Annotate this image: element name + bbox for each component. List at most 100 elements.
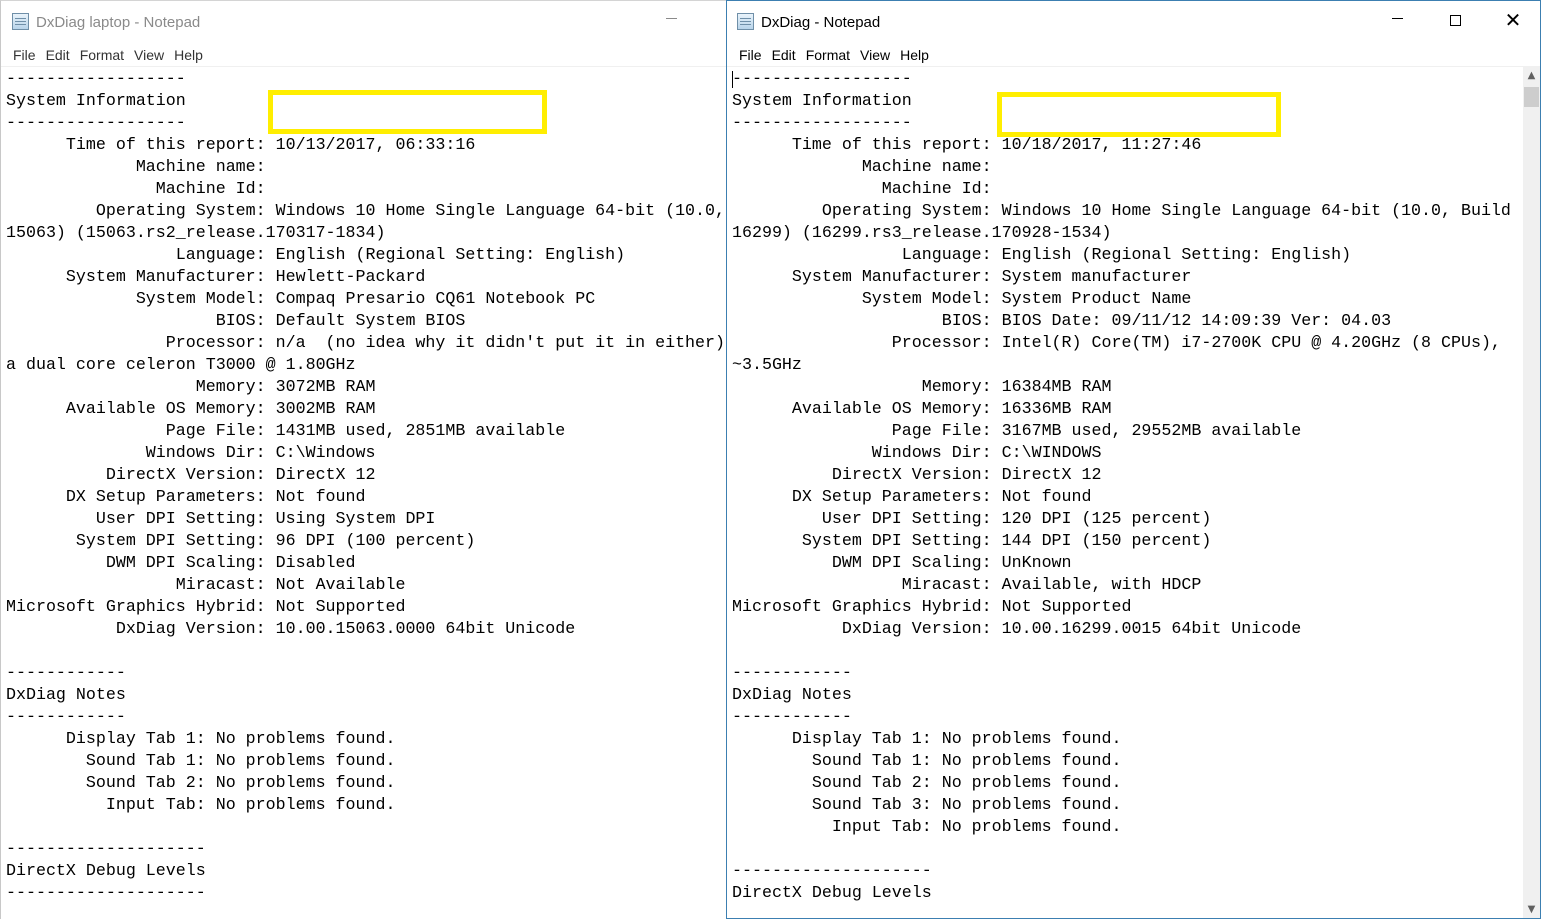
text-line: User DPI Setting: Using System DPI xyxy=(6,509,436,528)
text-line xyxy=(6,816,725,838)
text-line: a dual core celeron T3000 @ 1.80GHz xyxy=(6,355,356,374)
menu-format[interactable]: Format xyxy=(801,43,855,66)
text-line: Available OS Memory: 3002MB RAM xyxy=(6,399,376,418)
text-line: Time of this report: 10/18/2017, 11:27:4… xyxy=(732,135,1202,154)
document-text[interactable]: ------------------ System Information ----… xyxy=(6,68,725,904)
text-editor[interactable]: ------------------ System Information ----… xyxy=(1,67,727,919)
maximize-icon xyxy=(1449,15,1461,26)
text-line: ------------------ xyxy=(732,69,912,88)
text-line: Windows Dir: C:\Windows xyxy=(6,443,376,462)
text-line: Operating System: Windows 10 Home Single… xyxy=(732,201,1511,220)
menu-edit[interactable]: Edit xyxy=(767,43,801,66)
menu-view[interactable]: View xyxy=(855,43,895,66)
text-line xyxy=(732,838,1511,860)
window-title: DxDiag laptop - Notepad xyxy=(36,14,201,31)
vertical-scrollbar[interactable]: ▲ ▼ xyxy=(1523,67,1540,918)
text-line: BIOS: BIOS Date: 09/11/12 14:09:39 Ver: … xyxy=(732,311,1392,330)
text-line: 15063) (15063.rs2_release.170317-1834) xyxy=(6,223,386,242)
text-line: Display Tab 1: No problems found. xyxy=(6,729,396,748)
text-line: User DPI Setting: 120 DPI (125 percent) xyxy=(732,509,1212,528)
text-line: ------------ xyxy=(6,707,126,726)
text-line: Machine Id: xyxy=(6,179,266,198)
title-bar[interactable]: DxDiag laptop - Notepad xyxy=(1,1,727,43)
text-line: Microsoft Graphics Hybrid: Not Supported xyxy=(732,597,1132,616)
maximize-button[interactable] xyxy=(1426,1,1484,43)
text-line: 16299) (16299.rs3_release.170928-1534) xyxy=(732,223,1112,242)
close-icon: ✕ xyxy=(1504,7,1522,32)
menu-file[interactable]: File xyxy=(734,43,767,66)
text-line: Time of this report: 10/13/2017, 06:33:1… xyxy=(6,135,476,154)
redaction-box xyxy=(997,92,1281,137)
text-line: DxDiag Version: 10.00.16299.0015 64bit U… xyxy=(732,619,1302,638)
minimize-icon xyxy=(665,18,677,19)
title-bar[interactable]: DxDiag - Notepad ✕ xyxy=(727,1,1540,43)
close-button[interactable]: ✕ xyxy=(1484,1,1540,43)
text-line: System Manufacturer: Hewlett-Packard xyxy=(6,267,426,286)
notepad-icon xyxy=(12,13,29,30)
text-line: Memory: 16384MB RAM xyxy=(732,377,1112,396)
text-line: Sound Tab 3: No problems found. xyxy=(732,795,1122,814)
text-line: DxDiag Notes xyxy=(6,685,126,704)
text-line: Available OS Memory: 16336MB RAM xyxy=(732,399,1112,418)
text-line: -------------------- xyxy=(6,839,206,858)
text-line: Sound Tab 2: No problems found. xyxy=(6,773,396,792)
text-caret xyxy=(732,71,733,88)
text-line: DirectX Version: DirectX 12 xyxy=(6,465,376,484)
menu-view[interactable]: View xyxy=(129,43,169,66)
text-line: ------------ xyxy=(732,663,852,682)
scroll-down-arrow-icon[interactable]: ▼ xyxy=(1523,901,1540,918)
menu-file[interactable]: File xyxy=(8,43,41,66)
text-line: Miracast: Available, with HDCP xyxy=(732,575,1202,594)
text-editor[interactable]: ------------------ System Information ----… xyxy=(727,67,1523,918)
text-line: Processor: n/a (no idea why it didn't pu… xyxy=(6,333,725,352)
text-line: Language: English (Regional Setting: Eng… xyxy=(6,245,626,264)
minimize-icon xyxy=(1391,18,1403,19)
text-line: Page File: 1431MB used, 2851MB available xyxy=(6,421,566,440)
text-line: System DPI Setting: 144 DPI (150 percent… xyxy=(732,531,1212,550)
text-line: DX Setup Parameters: Not found xyxy=(6,487,366,506)
text-line xyxy=(732,640,1511,662)
menu-bar: File Edit Format View Help xyxy=(1,43,727,67)
text-line: Sound Tab 1: No problems found. xyxy=(6,751,396,770)
menu-edit[interactable]: Edit xyxy=(41,43,75,66)
text-line: DWM DPI Scaling: Disabled xyxy=(6,553,356,572)
menu-format[interactable]: Format xyxy=(75,43,129,66)
text-line: DX Setup Parameters: Not found xyxy=(732,487,1092,506)
notepad-window-desktop[interactable]: DxDiag - Notepad ✕ File Edit Format View… xyxy=(726,0,1541,919)
scroll-thumb[interactable] xyxy=(1524,87,1539,107)
text-line: Operating System: Windows 10 Home Single… xyxy=(6,201,725,220)
text-line: Input Tab: No problems found. xyxy=(6,795,396,814)
text-line: Page File: 3167MB used, 29552MB availabl… xyxy=(732,421,1302,440)
menu-bar: File Edit Format View Help xyxy=(727,43,1540,67)
minimize-button[interactable] xyxy=(1368,1,1426,43)
notepad-window-laptop[interactable]: DxDiag laptop - Notepad File Edit Format… xyxy=(0,0,727,919)
text-line: System Manufacturer: System manufacturer xyxy=(732,267,1192,286)
text-line: DxDiag Version: 10.00.15063.0000 64bit U… xyxy=(6,619,576,638)
text-line: -------------------- xyxy=(6,883,206,902)
text-line: Language: English (Regional Setting: Eng… xyxy=(732,245,1352,264)
text-line: -------------------- xyxy=(732,861,932,880)
window-title: DxDiag - Notepad xyxy=(761,14,881,31)
text-line: ------------ xyxy=(732,707,852,726)
text-line: System Model: System Product Name xyxy=(732,289,1192,308)
document-text[interactable]: ------------------ System Information ----… xyxy=(732,68,1511,904)
text-line: Processor: Intel(R) Core(TM) i7-2700K CP… xyxy=(732,333,1501,352)
scroll-up-arrow-icon[interactable]: ▲ xyxy=(1523,67,1540,84)
text-line: DWM DPI Scaling: UnKnown xyxy=(732,553,1072,572)
text-line: Sound Tab 2: No problems found. xyxy=(732,773,1122,792)
text-line: DxDiag Notes xyxy=(732,685,852,704)
text-line: DirectX Debug Levels xyxy=(732,883,932,902)
menu-help[interactable]: Help xyxy=(895,43,934,66)
minimize-button[interactable] xyxy=(642,1,700,43)
text-line: Sound Tab 1: No problems found. xyxy=(732,751,1122,770)
menu-help[interactable]: Help xyxy=(169,43,208,66)
text-line xyxy=(6,640,725,662)
redaction-box xyxy=(268,90,547,134)
text-line: Machine name: xyxy=(6,157,266,176)
text-line: System DPI Setting: 96 DPI (100 percent) xyxy=(6,531,476,550)
text-line: Machine Id: xyxy=(732,179,992,198)
text-line: BIOS: Default System BIOS xyxy=(6,311,466,330)
text-line: Machine name: xyxy=(732,157,992,176)
text-line: Windows Dir: C:\WINDOWS xyxy=(732,443,1102,462)
text-line: Display Tab 1: No problems found. xyxy=(732,729,1122,748)
